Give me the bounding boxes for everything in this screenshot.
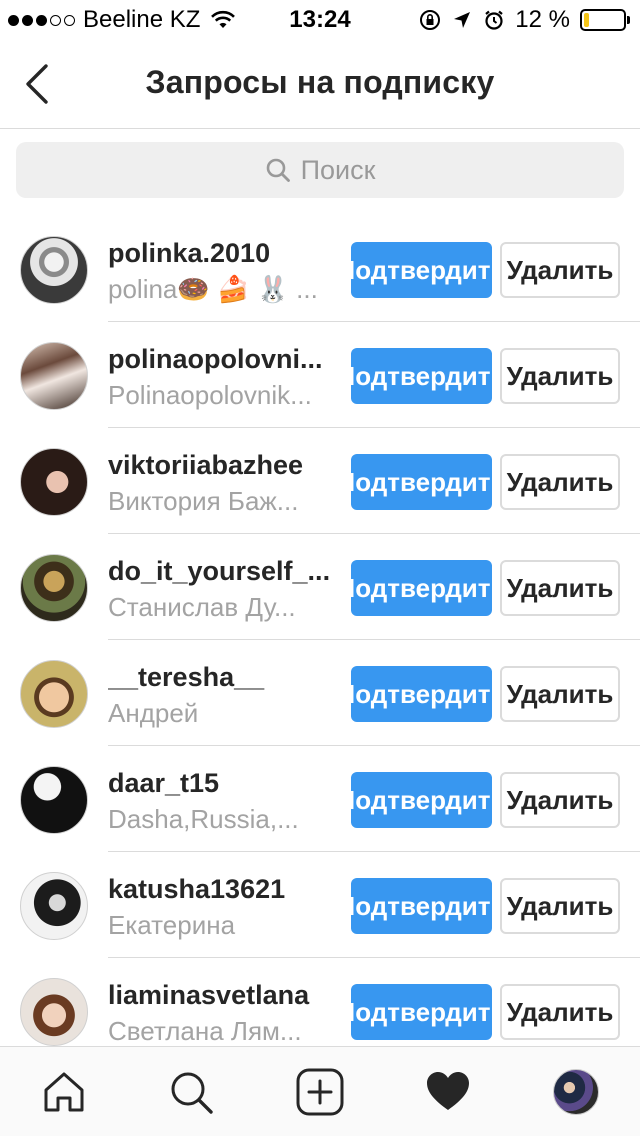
request-row-3: viktoriiabazhee Виктория Баж... Подтверд… — [0, 428, 640, 534]
confirm-label: Подтвердить — [351, 572, 492, 603]
alarm-icon — [485, 10, 504, 30]
request-row-5: __teresha__ Андрей Подтвердить Удалить — [0, 640, 640, 746]
request-row-7: katusha13621 Екатерина Подтвердить Удали… — [0, 852, 640, 958]
delete-button[interactable]: Удалить — [500, 772, 620, 828]
request-row-6: daar_t15 Dasha,Russia,... Подтвердить Уд… — [0, 746, 640, 852]
tab-bar — [0, 1046, 640, 1136]
avatar[interactable] — [20, 554, 88, 622]
request-row-1: polinka.2010 polina🍩 🍰 🐰 ... Подтвердить… — [0, 216, 640, 322]
confirm-button[interactable]: Подтвердить — [351, 772, 492, 828]
confirm-label: Подтвердить — [351, 466, 492, 497]
page-title: Запросы на подписку — [145, 64, 495, 100]
confirm-button[interactable]: Подтвердить — [351, 878, 492, 934]
battery-icon — [580, 9, 630, 31]
confirm-button[interactable]: Подтвердить — [351, 348, 492, 404]
status-right: 12 % — [419, 6, 630, 34]
full-name: Виктория Баж... — [108, 486, 299, 516]
full-name: Станислав Ду... — [108, 592, 296, 622]
tab-search[interactable] — [166, 1067, 216, 1117]
search-icon — [266, 158, 290, 182]
heart-icon — [427, 1072, 469, 1110]
username[interactable]: viktoriiabazhee — [108, 450, 334, 481]
delete-button[interactable]: Удалить — [500, 242, 620, 298]
username[interactable]: daar_t15 — [108, 768, 334, 799]
full-name: polina🍩 🍰 🐰 ... — [108, 274, 318, 304]
confirm-label: Подтвердить — [351, 890, 492, 921]
full-name: Dasha,Russia,... — [108, 804, 299, 834]
full-name: Екатерина — [108, 910, 236, 940]
delete-button[interactable]: Удалить — [500, 560, 620, 616]
avatar[interactable] — [20, 448, 88, 516]
avatar[interactable] — [20, 236, 88, 304]
profile-avatar — [553, 1069, 599, 1115]
avatar[interactable] — [20, 766, 88, 834]
full-name: Светлана Лям... — [108, 1016, 302, 1046]
avatar[interactable] — [20, 978, 88, 1046]
tab-new-post[interactable] — [295, 1067, 345, 1117]
confirm-label: Подтвердить — [351, 254, 492, 285]
tab-activity[interactable] — [423, 1067, 473, 1117]
battery-percent: 12 % — [515, 6, 570, 33]
username[interactable]: katusha13621 — [108, 874, 334, 905]
delete-button[interactable]: Удалить — [500, 348, 620, 404]
confirm-label: Подтвердить — [351, 784, 492, 815]
confirm-button[interactable]: Подтвердить — [351, 560, 492, 616]
status-bar: Beeline KZ 13:24 12 % — [0, 0, 640, 40]
username[interactable]: __teresha__ — [108, 662, 334, 693]
username[interactable]: do_it_yourself_... — [108, 556, 334, 587]
confirm-button[interactable]: Подтвердить — [351, 984, 492, 1040]
full-name: Polinaopolovnik... — [108, 380, 312, 410]
username[interactable]: polinaopolovni... — [108, 344, 334, 375]
delete-button[interactable]: Удалить — [500, 666, 620, 722]
search-input[interactable]: Поиск — [16, 142, 624, 198]
battery-level — [584, 13, 589, 27]
request-row-4: do_it_yourself_... Станислав Ду... Подтв… — [0, 534, 640, 640]
nav-header: Запросы на подписку — [0, 40, 640, 129]
orientation-lock-icon — [420, 10, 441, 30]
confirm-button[interactable]: Подтвердить — [351, 454, 492, 510]
location-arrow-icon — [454, 12, 471, 28]
follow-request-list: polinka.2010 polina🍩 🍰 🐰 ... Подтвердить… — [0, 216, 640, 1064]
confirm-label: Подтвердить — [351, 360, 492, 391]
delete-button[interactable]: Удалить — [500, 878, 620, 934]
search-placeholder: Поиск — [300, 154, 376, 185]
avatar[interactable] — [20, 872, 88, 940]
add-post-icon — [296, 1068, 344, 1116]
username[interactable]: liaminasvetlana — [108, 980, 334, 1011]
screen: Beeline KZ 13:24 12 % Запросы на подписк… — [0, 0, 640, 1136]
confirm-button[interactable]: Подтвердить — [351, 666, 492, 722]
delete-button[interactable]: Удалить — [500, 454, 620, 510]
avatar[interactable] — [20, 660, 88, 728]
home-icon — [44, 1072, 84, 1112]
confirm-label: Подтвердить — [351, 678, 492, 709]
avatar[interactable] — [20, 342, 88, 410]
tab-profile[interactable] — [551, 1067, 601, 1117]
username[interactable]: polinka.2010 — [108, 238, 334, 269]
request-row-2: polinaopolovni... Polinaopolovnik... Под… — [0, 322, 640, 428]
confirm-label: Подтвердить — [351, 996, 492, 1027]
full-name: Андрей — [108, 698, 199, 728]
search-icon — [171, 1072, 213, 1114]
tab-home[interactable] — [39, 1067, 89, 1117]
delete-button[interactable]: Удалить — [500, 984, 620, 1040]
confirm-button[interactable]: Подтвердить — [351, 242, 492, 298]
